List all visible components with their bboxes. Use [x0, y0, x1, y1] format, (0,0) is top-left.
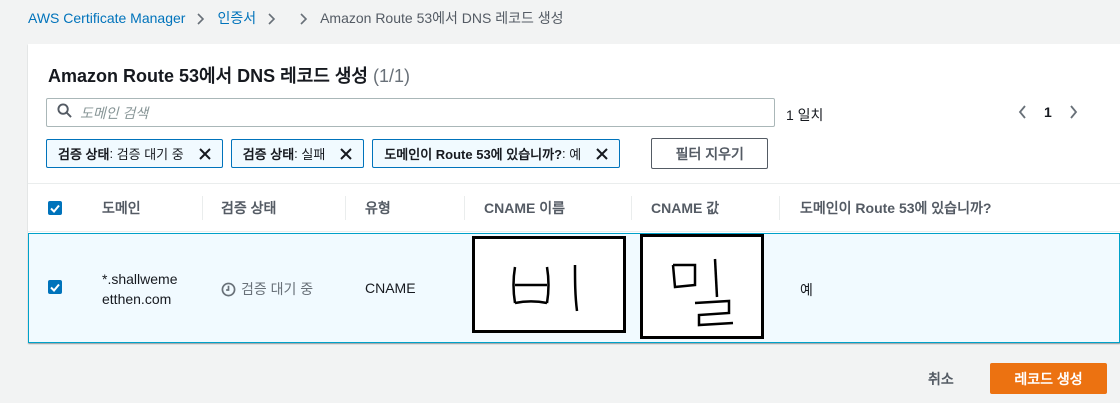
table-row[interactable]: *.shallweme etthen.com 검증 대기 중 CNAME 예	[28, 233, 1120, 343]
chevron-right-icon	[262, 10, 282, 26]
clock-icon	[221, 282, 236, 297]
checkbox-checked-icon	[48, 201, 62, 215]
panel-title: Amazon Route 53에서 DNS 레코드 생성 (1/1)	[48, 62, 410, 88]
checkbox-checked-icon	[48, 280, 62, 294]
search-field	[46, 98, 775, 127]
close-icon[interactable]	[194, 143, 216, 165]
filter-token: 검증 상태: 실패	[230, 139, 365, 168]
in-route53-cell: 예	[800, 282, 813, 298]
pagination: 1	[1014, 102, 1082, 122]
type-cell: CNAME	[365, 280, 416, 296]
search-input[interactable]	[80, 104, 680, 121]
close-icon[interactable]	[591, 143, 613, 165]
column-header-type[interactable]: 유형	[365, 184, 391, 232]
column-divider[interactable]	[202, 196, 203, 220]
chevron-right-icon	[294, 10, 314, 26]
selection-count: (1/1)	[372, 66, 410, 86]
close-icon[interactable]	[335, 143, 357, 165]
cname-name-redaction	[472, 236, 626, 333]
dns-records-panel: Amazon Route 53에서 DNS 레코드 생성 (1/1) 1 일치 …	[28, 44, 1120, 343]
row-checkbox[interactable]	[48, 280, 62, 294]
column-header-in-route53[interactable]: 도메인이 Route 53에 있습니까?	[800, 184, 991, 232]
status-text: 검증 대기 중	[241, 281, 314, 297]
current-page-number[interactable]: 1	[1044, 104, 1052, 120]
breadcrumb: AWS Certificate Manager 인증서 Amazon Route…	[28, 8, 564, 28]
select-all-checkbox[interactable]	[48, 184, 62, 232]
filter-token-key: 검증 상태	[58, 147, 110, 162]
filter-token: 검증 상태: 검증 대기 중	[46, 139, 223, 168]
filter-token-value: 실패	[301, 147, 326, 162]
filter-token-value: 검증 대기 중	[116, 147, 184, 162]
domain-cell: *.shallweme etthen.com	[102, 269, 177, 309]
breadcrumb-link-acm[interactable]: AWS Certificate Manager	[28, 10, 185, 26]
column-divider[interactable]	[345, 196, 346, 220]
chevron-right-icon	[191, 10, 211, 26]
create-records-button[interactable]: 레코드 생성	[990, 363, 1107, 394]
domain-name-line: etthen.com	[102, 291, 172, 307]
search-icon	[57, 102, 72, 123]
breadcrumb-current: Amazon Route 53에서 DNS 레코드 생성	[320, 10, 564, 26]
breadcrumb-link-certificates[interactable]: 인증서	[217, 8, 256, 28]
next-page-icon[interactable]	[1066, 102, 1082, 122]
filter-token-value: 예	[569, 147, 582, 162]
filter-token-key: 검증 상태	[242, 147, 295, 162]
panel-title-text: Amazon Route 53에서 DNS 레코드 생성	[48, 66, 368, 86]
cname-value-redaction	[640, 234, 764, 339]
table-header: 도메인 검증 상태 유형 CNAME 이름 CNAME 값 도메인이 Route…	[28, 183, 1120, 232]
filter-tokens: 검증 상태: 검증 대기 중 검증 상태: 실패 도메인이 Route 53에 …	[46, 138, 769, 169]
column-divider[interactable]	[631, 196, 632, 220]
column-header-status[interactable]: 검증 상태	[221, 184, 276, 232]
status-cell: 검증 대기 중	[221, 279, 313, 299]
domain-name-line: *.shallweme	[102, 271, 178, 287]
match-count: 1 일치	[786, 107, 824, 123]
column-header-cname-value[interactable]: CNAME 값	[651, 184, 719, 232]
column-header-cname-name[interactable]: CNAME 이름	[484, 184, 565, 232]
clear-filters-button[interactable]: 필터 지우기	[651, 138, 769, 169]
filter-token-key: 도메인이 Route 53에 있습니까?	[384, 147, 563, 162]
filter-token: 도메인이 Route 53에 있습니까?: 예	[372, 139, 621, 168]
column-divider[interactable]	[779, 196, 780, 220]
column-divider[interactable]	[464, 196, 465, 220]
column-header-domain[interactable]: 도메인	[102, 184, 141, 232]
previous-page-icon[interactable]	[1014, 102, 1030, 122]
cancel-button[interactable]: 취소	[928, 369, 954, 389]
